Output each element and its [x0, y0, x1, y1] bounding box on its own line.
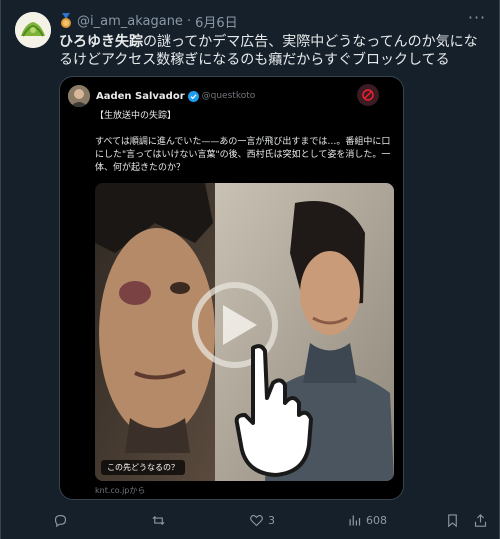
user-avatar[interactable] [15, 12, 51, 48]
verified-icon [187, 90, 199, 102]
quoted-tweet-card[interactable]: Aaden Salvador @questkoto 【生放送中の失踪】 すべては… [59, 76, 404, 500]
blocked-icon[interactable] [357, 84, 379, 106]
like-icon [250, 514, 263, 526]
media-caption: この先どうなるの？ [101, 460, 185, 475]
quoted-author-avatar[interactable] [68, 85, 90, 107]
quoted-paragraph-1: 【生放送中の失踪】 [95, 111, 177, 121]
tweet-keyword[interactable]: ひろゆき失踪 [59, 34, 143, 50]
like-count: 3 [268, 513, 275, 527]
quoted-paragraph-2: すべては順調に進んでいた——あの一言が飛び出すまでは…。番組中に口にした"言って… [95, 137, 391, 173]
share-icon [474, 513, 487, 527]
reply-icon [54, 514, 67, 527]
tweet-post[interactable]: @i_am_akagane · 6月6日 ··· ひろゆき失踪の謎ってかデマ広告… [0, 0, 500, 539]
tweet-actions-bar: 3 608 [53, 510, 493, 530]
bookmark-button[interactable] [445, 510, 464, 530]
share-button[interactable] [473, 510, 492, 530]
bookmark-icon [448, 513, 457, 527]
tweet-text: ひろゆき失踪の謎ってかデマ広告、実際中どうなってんのか気になるけどアクセス数稼ぎ… [59, 33, 479, 69]
user-handle[interactable]: @i_am_akagane [77, 14, 183, 29]
views-icon [349, 515, 361, 525]
post-date[interactable]: 6月6日 [195, 12, 238, 31]
quoted-source-link[interactable]: knt.co.jpから [95, 485, 145, 496]
medal-icon [59, 13, 73, 29]
separator-dot: · [186, 13, 192, 29]
views-button[interactable]: 608 [347, 510, 387, 530]
more-icon[interactable]: ··· [467, 10, 487, 31]
quoted-author-handle[interactable]: @questkoto [202, 91, 256, 101]
retweet-button[interactable] [151, 510, 170, 530]
quoted-media-image[interactable]: この先どうなるの？ [95, 183, 394, 481]
quoted-tweet-header: Aaden Salvador @questkoto [96, 88, 255, 104]
quoted-tweet-text: 【生放送中の失踪】 すべては順調に進んでいた——あの一言が飛び出すまでは…。番組… [95, 110, 395, 188]
reply-button[interactable] [53, 510, 72, 530]
like-button[interactable]: 3 [249, 510, 275, 530]
tweet-header: @i_am_akagane · 6月6日 [59, 11, 238, 31]
retweet-icon [152, 515, 165, 525]
media-illustration [95, 183, 394, 481]
views-count: 608 [366, 513, 387, 527]
quoted-author-name[interactable]: Aaden Salvador [96, 91, 185, 102]
